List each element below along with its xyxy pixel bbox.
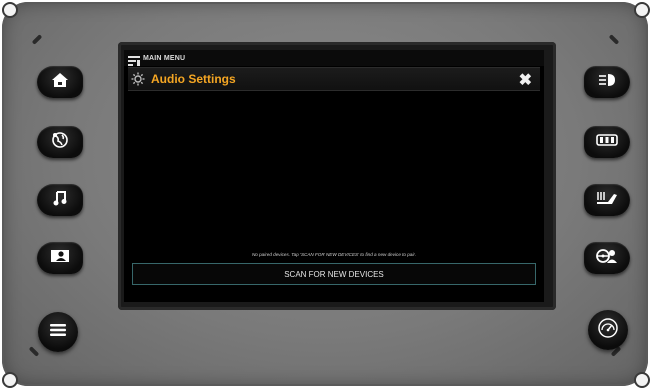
scan-for-new-devices-button[interactable]: SCAN FOR NEW DEVICES xyxy=(132,263,536,285)
display-screen: MAIN MENU Audio Settings ✖ No paired dev… xyxy=(124,50,544,302)
headlight-icon xyxy=(597,73,617,92)
home-button[interactable] xyxy=(37,66,83,98)
steering-wheel-person-icon xyxy=(596,248,618,269)
steering-profile-button[interactable] xyxy=(584,242,630,274)
home-icon xyxy=(51,72,69,93)
no-devices-message: No paired devices. Tap 'SCAN FOR NEW DEV… xyxy=(251,252,417,257)
hamburger-menu-icon xyxy=(49,323,67,342)
globe-icon xyxy=(51,131,69,154)
main-menu-bar[interactable]: MAIN MENU xyxy=(124,50,544,66)
main-menu-label[interactable]: MAIN MENU xyxy=(143,55,185,62)
seat-heat-level-button[interactable] xyxy=(584,184,630,216)
main-menu-icon xyxy=(128,53,140,66)
user-icon xyxy=(50,248,70,269)
dashboard-button[interactable] xyxy=(588,310,628,350)
speedometer-icon xyxy=(597,317,619,344)
seat-warmer-icon xyxy=(596,190,618,211)
corner-screw-hole xyxy=(2,372,18,388)
corner-screw-hole xyxy=(2,2,18,18)
corner-screw-hole xyxy=(634,372,650,388)
heated-seats-button[interactable] xyxy=(584,126,630,158)
seat-heat-icon xyxy=(596,133,618,152)
corner-screw-hole xyxy=(634,2,650,18)
page-title: Audio Settings xyxy=(151,72,236,86)
audio-button[interactable] xyxy=(37,184,83,216)
menu-button[interactable] xyxy=(38,312,78,352)
close-icon[interactable]: ✖ xyxy=(519,70,532,90)
user-profile-button[interactable] xyxy=(37,242,83,274)
map-button[interactable] xyxy=(37,126,83,158)
title-bar: Audio Settings ✖ xyxy=(128,67,540,91)
gear-icon xyxy=(131,72,145,86)
headlights-button[interactable] xyxy=(584,66,630,98)
music-note-icon xyxy=(52,190,68,211)
